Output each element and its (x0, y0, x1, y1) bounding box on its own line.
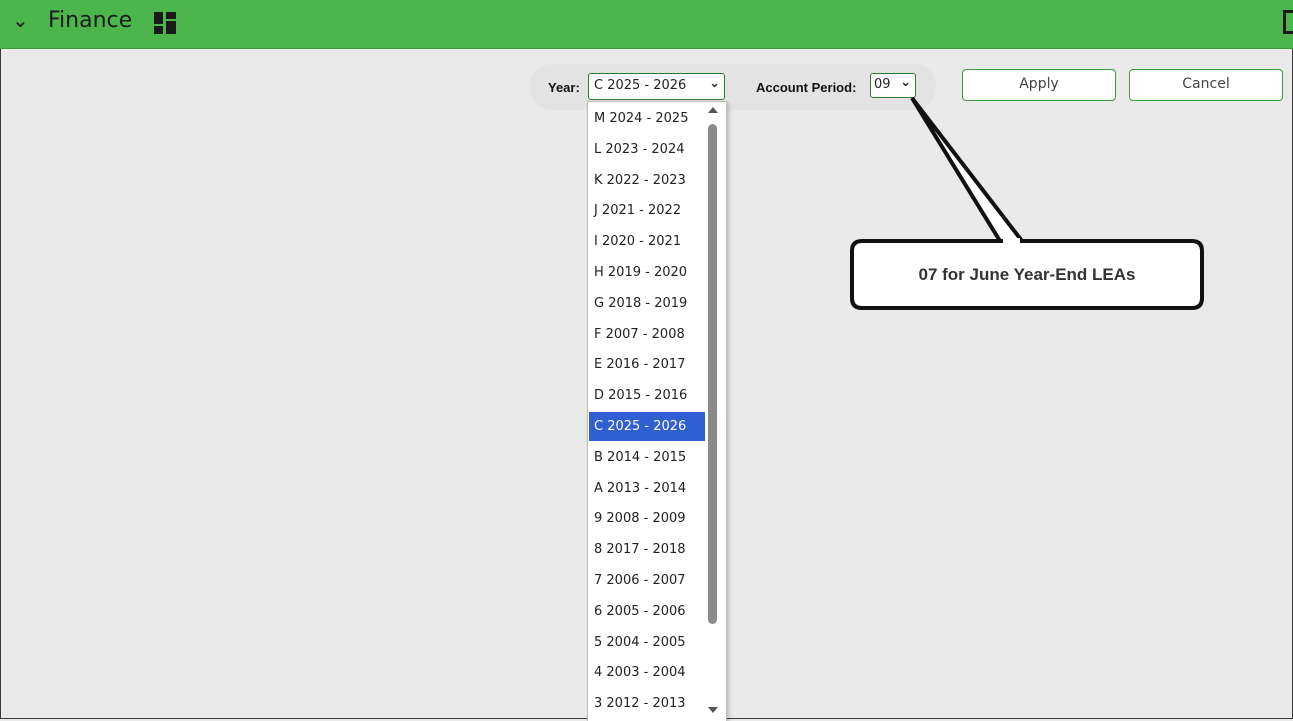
year-option[interactable]: F 2007 - 2008 (589, 320, 705, 349)
chevron-down-icon: ⌄ (900, 75, 911, 90)
year-option[interactable]: 7 2006 - 2007 (589, 566, 705, 595)
account-period-select[interactable]: 09 ⌄ (870, 73, 916, 98)
chevron-down-icon[interactable]: ⌄ (12, 8, 29, 32)
year-option[interactable]: B 2014 - 2015 (589, 443, 705, 472)
year-label: Year: (548, 80, 580, 95)
scrollbar-thumb[interactable] (708, 124, 717, 624)
year-option[interactable]: A 2013 - 2014 (589, 474, 705, 503)
apply-button[interactable]: Apply (962, 69, 1116, 101)
year-option[interactable]: 9 2008 - 2009 (589, 504, 705, 533)
year-dropdown-list[interactable]: M 2024 - 2025 L 2023 - 2024 K 2022 - 2023 J… (587, 101, 727, 721)
year-option[interactable]: K 2022 - 2023 (589, 166, 705, 195)
account-period-label: Account Period: (756, 80, 857, 95)
year-option[interactable]: J 2021 - 2022 (589, 196, 705, 225)
chevron-down-icon: ⌄ (709, 76, 720, 91)
year-option[interactable]: I 2020 - 2021 (589, 227, 705, 256)
year-select[interactable]: C 2025 - 2026 ⌄ (588, 73, 725, 100)
year-option[interactable]: 4 2003 - 2004 (589, 658, 705, 687)
finance-header: ⌄ Finance (0, 0, 1293, 49)
maximize-icon[interactable] (1283, 10, 1293, 34)
year-select-value: C 2025 - 2026 (594, 78, 687, 93)
year-option[interactable]: G 2018 - 2019 (589, 289, 705, 318)
year-option[interactable]: L 2023 - 2024 (589, 135, 705, 164)
cancel-button[interactable]: Cancel (1129, 69, 1283, 101)
year-option[interactable]: 3 2012 - 2013 (589, 689, 705, 718)
page-title: Finance (48, 8, 133, 33)
year-option[interactable]: D 2015 - 2016 (589, 381, 705, 410)
callout-text: 07 for June Year-End LEAs (918, 265, 1136, 284)
dashboard-grid-icon[interactable] (154, 12, 176, 34)
year-option[interactable]: 5 2004 - 2005 (589, 628, 705, 657)
account-period-value: 09 (874, 77, 891, 92)
year-option[interactable]: 8 2017 - 2018 (589, 535, 705, 564)
year-option[interactable]: H 2019 - 2020 (589, 258, 705, 287)
scroll-down-icon[interactable] (708, 707, 718, 713)
year-option[interactable]: C 2025 - 2026 (589, 412, 705, 441)
year-option[interactable]: 6 2005 - 2006 (589, 597, 705, 626)
scroll-up-icon[interactable] (708, 107, 718, 113)
year-option[interactable]: M 2024 - 2025 (589, 104, 705, 133)
year-option[interactable]: E 2016 - 2017 (589, 350, 705, 379)
